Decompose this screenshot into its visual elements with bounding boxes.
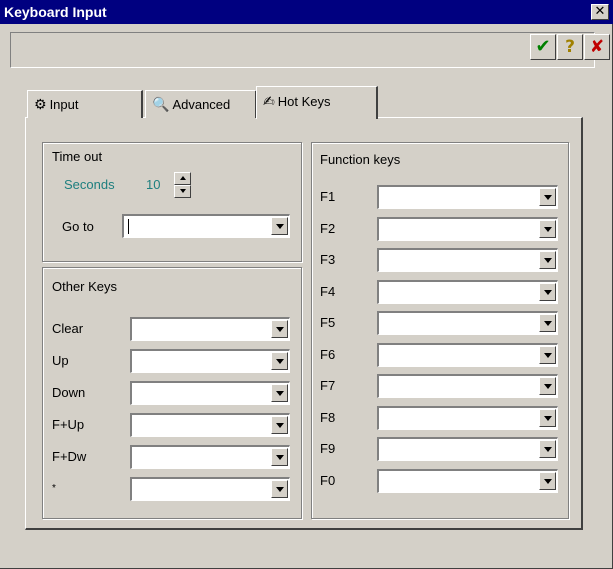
dropdown-arrow-icon[interactable] [539, 408, 556, 427]
toolbar [10, 32, 595, 68]
seconds-label: Seconds [64, 177, 115, 192]
title-bar[interactable]: Keyboard Input ✕ [0, 0, 613, 24]
dropdown-arrow-icon[interactable] [539, 345, 556, 364]
function-key-label: F9 [320, 441, 336, 456]
function-key-combo[interactable] [377, 185, 558, 209]
other-key-combo[interactable] [130, 349, 290, 373]
dropdown-arrow-icon[interactable] [271, 480, 288, 498]
function-key-label: F1 [320, 189, 336, 204]
dropdown-arrow-icon[interactable] [271, 384, 288, 402]
checkmark-icon: ✔ [535, 36, 551, 57]
goto-combo[interactable] [122, 214, 290, 238]
function-key-combo[interactable] [377, 248, 558, 272]
function-key-label: F4 [320, 283, 336, 299]
tab-advanced[interactable]: 🔍 Advanced [145, 90, 257, 118]
function-key-label: F0 [320, 472, 336, 488]
dropdown-arrow-icon[interactable] [539, 188, 556, 206]
other-key-label: Down [52, 385, 86, 400]
cancel-button[interactable]: ✘ [584, 34, 610, 60]
other-key-label: F+Dw [52, 449, 87, 464]
tab-input[interactable]: ⚙ Input [27, 90, 143, 118]
text-caret [128, 219, 129, 234]
spinner-up-button[interactable] [174, 172, 191, 185]
function-key-label: F3 [320, 252, 336, 267]
dropdown-arrow-icon[interactable] [271, 448, 288, 466]
dropdown-arrow-icon[interactable] [539, 471, 556, 490]
goto-label: Go to [62, 219, 94, 234]
close-button[interactable]: ✕ [591, 4, 609, 20]
tab-hot-keys[interactable]: ✍ Hot Keys [256, 86, 378, 119]
function-keys-title: Function keys [320, 152, 401, 167]
dropdown-arrow-icon[interactable] [271, 352, 288, 370]
tab-label: Input [49, 97, 79, 112]
close-icon: ✕ [594, 4, 606, 19]
other-key-combo[interactable] [130, 445, 290, 469]
window-title: Keyboard Input [4, 4, 107, 20]
other-key-combo[interactable] [130, 381, 290, 405]
dropdown-arrow-icon[interactable] [539, 314, 556, 332]
dropdown-arrow-icon[interactable] [539, 440, 556, 458]
function-key-combo[interactable] [377, 374, 558, 398]
function-key-label: F2 [320, 220, 336, 236]
help-button[interactable]: ? [557, 34, 583, 60]
spinner-down-button[interactable] [174, 185, 191, 198]
dropdown-arrow-icon[interactable] [539, 282, 556, 301]
dropdown-arrow-icon[interactable] [539, 219, 556, 238]
other-key-label: Clear [52, 321, 84, 336]
function-key-combo[interactable] [377, 311, 558, 335]
function-key-label: F7 [320, 378, 336, 393]
cross-icon: ✘ [589, 37, 605, 57]
timeout-title: Time out [52, 149, 103, 164]
other-key-combo[interactable] [130, 317, 290, 341]
function-key-combo[interactable] [377, 468, 558, 493]
function-key-combo[interactable] [377, 279, 558, 304]
other-key-label: Up [52, 353, 69, 368]
dropdown-arrow-icon[interactable] [271, 416, 288, 434]
dropdown-arrow-icon[interactable] [539, 377, 556, 395]
dropdown-arrow-icon[interactable] [271, 217, 288, 235]
dropdown-arrow-icon[interactable] [271, 320, 288, 338]
function-key-combo[interactable] [377, 405, 558, 430]
other-key-combo[interactable] [130, 413, 290, 437]
function-key-combo[interactable] [377, 437, 558, 461]
ok-button[interactable]: ✔ [530, 34, 556, 60]
function-key-combo[interactable] [377, 216, 558, 241]
function-key-label: F6 [320, 346, 336, 362]
magnifier-icon: 🔍 [152, 97, 170, 113]
function-key-label: F5 [320, 315, 336, 330]
other-key-combo[interactable] [130, 477, 290, 501]
dropdown-arrow-icon[interactable] [539, 251, 556, 269]
gears-icon: ⚙ [34, 97, 47, 113]
question-icon: ? [565, 37, 575, 57]
keyboard-input-window: Keyboard Input ✕ ✔ ? ✘ ⚙ Input 🔍 Advanced … [0, 0, 613, 569]
other-key-label: F+Up [52, 417, 85, 432]
seconds-spinner[interactable] [174, 172, 191, 198]
pen-icon: ✍ [263, 94, 275, 110]
tab-label: Hot Keys [277, 94, 331, 109]
other-key-label: * [52, 483, 56, 494]
tab-label: Advanced [172, 97, 231, 112]
function-key-label: F8 [320, 409, 336, 425]
seconds-value[interactable]: 10 [146, 177, 160, 192]
other-keys-title: Other Keys [52, 279, 118, 294]
function-key-combo[interactable] [377, 342, 558, 367]
